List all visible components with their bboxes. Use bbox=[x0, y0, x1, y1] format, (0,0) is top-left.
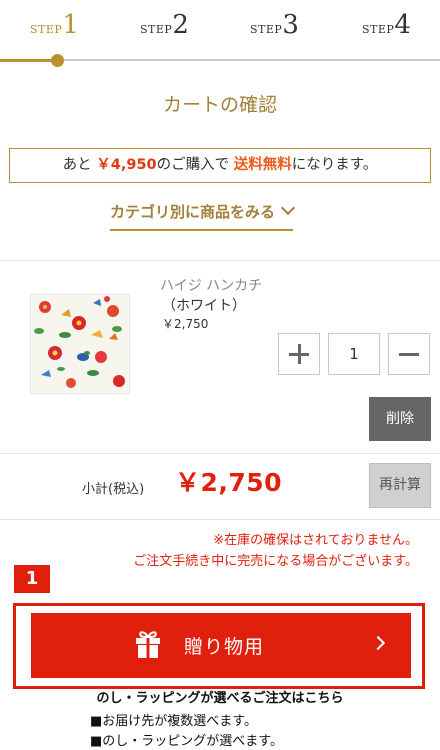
subtotal-value: ￥2,750 bbox=[175, 468, 283, 497]
quantity-input[interactable]: 1 bbox=[328, 333, 380, 375]
gift-button-label: 贈り物用 bbox=[184, 636, 265, 658]
step-1-number: 1 bbox=[62, 10, 79, 40]
step-2: STEP2 bbox=[140, 12, 189, 38]
notice-middle: のご購入で bbox=[156, 157, 230, 173]
step-2-label: STEP bbox=[140, 23, 173, 36]
gift-order-button[interactable]: 贈り物用 bbox=[31, 613, 411, 678]
step-1-label: STEP bbox=[30, 23, 63, 36]
quantity-decrease-button[interactable] bbox=[388, 333, 430, 375]
delete-button[interactable]: 削除 bbox=[369, 397, 431, 441]
stock-warning-line-2: ご注文手続き中に完売になる場合がございます。 bbox=[133, 554, 418, 569]
step-4: STEP4 bbox=[362, 12, 411, 38]
gift-description: のし・ラッピングが選べるご注文はこちら bbox=[96, 691, 344, 706]
step-4-number: 4 bbox=[394, 10, 411, 40]
recalculate-button[interactable]: 再計算 bbox=[369, 463, 431, 508]
step-3: STEP3 bbox=[250, 12, 299, 38]
progress-dot bbox=[51, 54, 64, 67]
page-title: カートの確認 bbox=[162, 94, 277, 116]
chevron-right-icon bbox=[370, 635, 386, 651]
product-name[interactable]: ハイジ ハンカチ bbox=[160, 275, 262, 295]
step-1: STEP1 bbox=[30, 12, 79, 38]
step-3-label: STEP bbox=[250, 23, 283, 36]
subtotal-label: 小計(税込) bbox=[82, 482, 145, 497]
minus-icon bbox=[399, 353, 419, 356]
product-variant: （ホワイト） bbox=[162, 298, 246, 314]
notice-prefix: あと bbox=[62, 157, 92, 173]
divider bbox=[0, 519, 440, 520]
category-link-underline bbox=[110, 229, 294, 231]
list-item: ■のし・ラッピングが選べます。 bbox=[90, 734, 283, 749]
free-shipping-notice: あと ￥4,950のご購入で 送料無料になります。 bbox=[9, 148, 431, 183]
gift-icon bbox=[136, 631, 160, 658]
plus-icon-vertical bbox=[298, 344, 301, 364]
progress-track bbox=[0, 59, 440, 61]
product-image[interactable] bbox=[30, 294, 130, 394]
category-link-label: カテゴリ別に商品をみる bbox=[110, 203, 276, 221]
quantity-increase-button[interactable] bbox=[278, 333, 320, 375]
chevron-down-icon bbox=[280, 200, 296, 216]
progress-fill bbox=[0, 59, 58, 62]
list-item: ■お届け先が複数選べます。 bbox=[90, 714, 257, 729]
stock-warning: ※在庫の確保はされておりません。 ご注文手続き中に完売になる場合がございます。 bbox=[133, 530, 418, 572]
notice-suffix: になります。 bbox=[291, 157, 378, 173]
notice-free-shipping: 送料無料 bbox=[233, 157, 292, 173]
step-2-number: 2 bbox=[172, 10, 189, 40]
divider bbox=[0, 453, 440, 454]
notice-amount: ￥4,950 bbox=[96, 157, 157, 173]
divider bbox=[0, 260, 440, 261]
category-link[interactable]: カテゴリ別に商品をみる bbox=[110, 200, 296, 231]
step-4-label: STEP bbox=[362, 23, 395, 36]
gift-feature-list: ■お届け先が複数選べます。 ■のし・ラッピングが選べます。 bbox=[90, 712, 283, 750]
stock-warning-line-1: ※在庫の確保はされておりません。 bbox=[213, 533, 418, 548]
step-progress-header: STEP1 STEP2 STEP3 STEP4 bbox=[0, 0, 440, 70]
number-badge: 1 bbox=[14, 565, 50, 593]
step-3-number: 3 bbox=[282, 10, 299, 40]
product-price: ￥2,750 bbox=[162, 317, 209, 331]
